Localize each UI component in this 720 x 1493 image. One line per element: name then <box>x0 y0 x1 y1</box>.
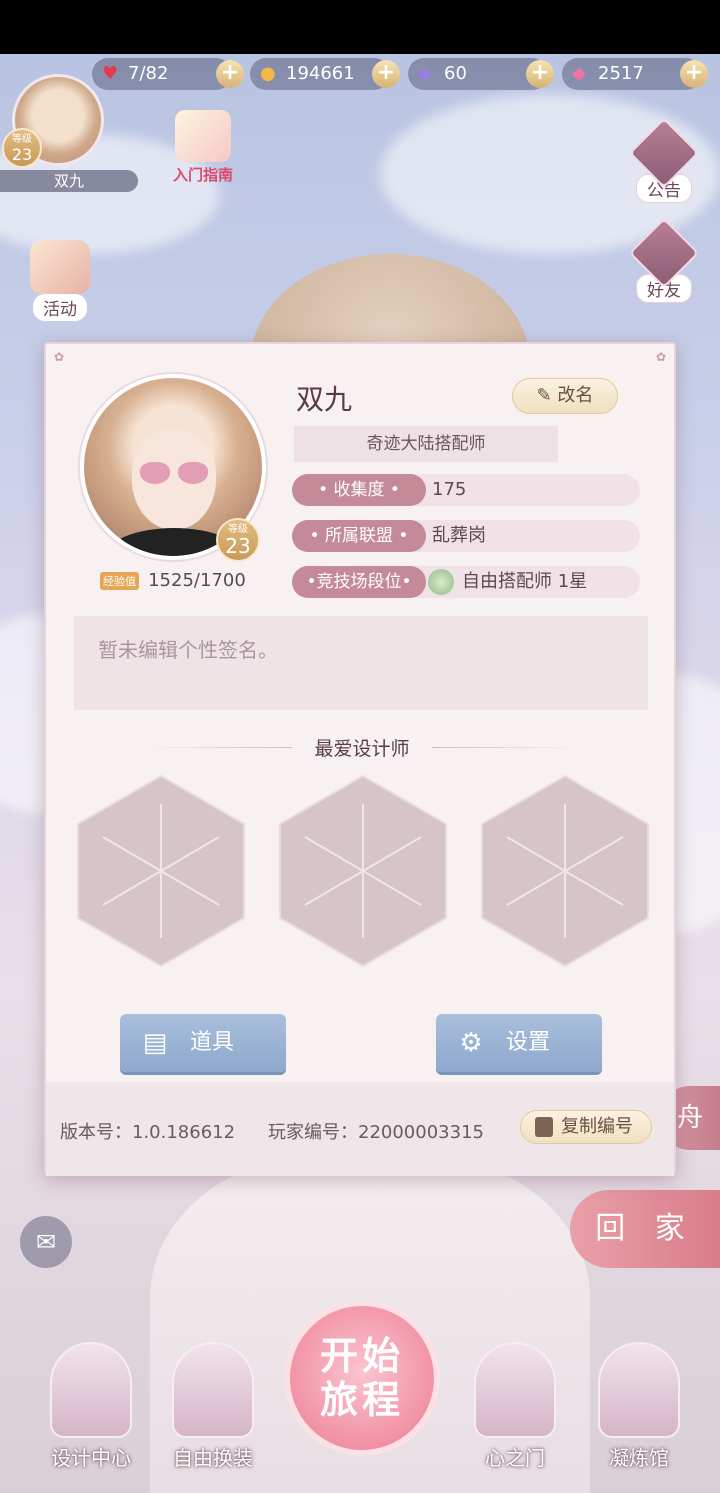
clock-icon <box>598 1342 680 1438</box>
signature-field[interactable]: 暂未编辑个性签名。 <box>74 616 648 710</box>
resource-bar: ♥ 7/82 + ● 194661 + ◆ 60 + ◆ 2517 + <box>92 58 712 90</box>
experience: 经验值 1525/1700 <box>100 570 246 592</box>
gear-icon: ⚙ <box>459 1028 483 1058</box>
alliance-row: • 所属联盟 • 乱葬岗 <box>292 520 640 552</box>
start-journey-button[interactable]: 开始 旅程 <box>284 1300 440 1456</box>
hexagon-slot-icon <box>77 774 245 968</box>
add-gold-button[interactable]: + <box>372 60 400 88</box>
items-icon: ▤ <box>142 1028 168 1058</box>
rank-medal-icon <box>428 569 454 595</box>
corner-ornament: ✿ <box>54 350 65 364</box>
collection-row: • 收集度 • 175 <box>292 474 640 506</box>
chat-icon[interactable]: ✉ <box>20 1216 72 1268</box>
panel-footer: 版本号：1.0.186612 玩家编号：22000003315 复制编号 <box>46 1082 674 1176</box>
copy-id-button[interactable]: 复制编号 <box>520 1110 652 1144</box>
heart-icon: ♥ <box>102 63 119 84</box>
beginner-guide-button[interactable]: 入门指南 <box>164 110 242 185</box>
nav-free-dress[interactable]: 自由换装 <box>158 1342 268 1471</box>
favorite-designer-slot-2[interactable] <box>278 774 448 968</box>
hexagon-slot-icon <box>481 774 649 968</box>
corner-ornament: ✿ <box>655 350 666 364</box>
sewing-machine-icon <box>50 1342 132 1438</box>
items-button[interactable]: ▤ 道具 <box>120 1014 286 1072</box>
guide-icon <box>175 110 231 162</box>
copy-icon <box>535 1117 553 1137</box>
gold-counter: ● 194661 <box>250 58 390 90</box>
pink-diamond-icon: ◆ <box>572 63 586 84</box>
friends-button[interactable]: 好友 <box>626 217 702 303</box>
player-id-text: 玩家编号：22000003315 <box>268 1122 484 1143</box>
arena-rank-row: •竞技场段位• 自由搭配师 1星 <box>292 566 640 598</box>
favorite-designer-slot-1[interactable] <box>76 774 246 968</box>
hexagon-slot-icon <box>279 774 447 968</box>
nav-heart-gate[interactable]: 心之门 <box>460 1342 570 1471</box>
player-title: 奇迹大陆搭配师 <box>294 426 558 462</box>
favorite-designer-title: 最爱设计师 <box>314 738 410 760</box>
profile-level-badge: 等级 23 <box>216 518 260 562</box>
nav-design-center[interactable]: 设计中心 <box>36 1342 146 1471</box>
add-pink-diamond-button[interactable]: + <box>680 60 708 88</box>
settings-button[interactable]: ⚙ 设置 <box>436 1014 602 1072</box>
heart-gate-icon <box>474 1342 556 1438</box>
version-text: 版本号：1.0.186612 <box>60 1122 236 1143</box>
player-name: 双九 <box>0 170 138 192</box>
system-status-bar <box>0 0 720 54</box>
profile-name: 双九 <box>296 383 353 416</box>
stamina-counter: ♥ 7/82 <box>92 58 232 90</box>
purple-diamond-icon: ◆ <box>418 63 432 84</box>
favorite-designer-slot-3[interactable] <box>480 774 650 968</box>
add-stamina-button[interactable]: + <box>216 60 244 88</box>
edit-icon: ✎ <box>536 385 552 406</box>
notice-button[interactable]: 公告 <box>626 117 702 203</box>
rename-button[interactable]: ✎ 改名 <box>512 378 618 414</box>
cat-coin-icon: ● <box>260 63 276 84</box>
activity-icon <box>30 240 90 294</box>
dress-icon <box>172 1342 254 1438</box>
add-purple-diamond-button[interactable]: + <box>526 60 554 88</box>
profile-panel: ✿ ✿ ✿ ✿ 等级 23 经验值 1525/1700 双九 ✎ 改名 奇迹大陆… <box>44 342 676 1176</box>
activity-button[interactable]: 活动 <box>20 240 100 321</box>
home-button[interactable]: 回 家 <box>570 1190 720 1268</box>
level-badge: 等级 23 <box>2 128 42 168</box>
nav-refine-hall[interactable]: 凝炼馆 <box>584 1342 694 1471</box>
